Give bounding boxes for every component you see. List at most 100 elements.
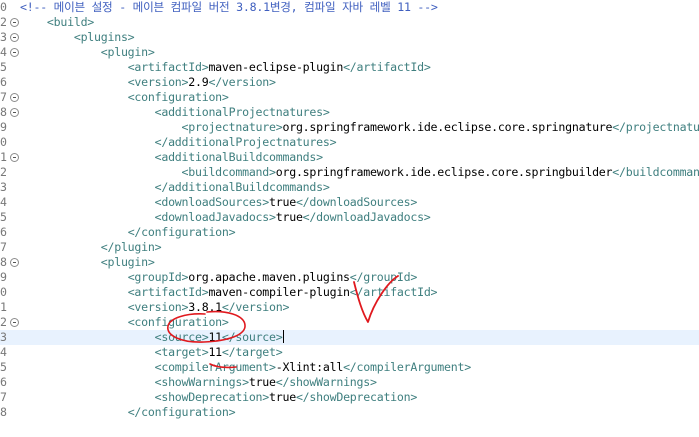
xml-tag: <showDeprecation> <box>154 390 270 404</box>
line-number: 6 <box>0 375 7 389</box>
fold-collapse-icon[interactable] <box>10 318 19 327</box>
xml-value: maven-compiler-plugin <box>208 285 350 299</box>
line-number: 3 <box>0 30 7 44</box>
code-text[interactable]: <target>11</target> <box>20 345 283 360</box>
line-number: 4 <box>0 195 7 209</box>
code-line[interactable]: 0 <!-- 메이븐 설정 - 메이븐 컴파일 버전 3.8.1변경, 컴파일 자… <box>0 0 699 15</box>
code-text[interactable]: <projectnature>org.springframework.ide.e… <box>20 120 699 135</box>
code-line[interactable]: 9 <groupId>org.apache.maven.plugins</gro… <box>0 270 699 285</box>
code-line[interactable]: 0 </additionalProjectnatures> <box>0 135 699 150</box>
code-text[interactable]: <downloadJavadocs>true</downloadJavadocs… <box>20 210 431 225</box>
code-line[interactable]: 9 <projectnature>org.springframework.ide… <box>0 120 699 135</box>
xml-tag: <projectnature> <box>181 120 283 134</box>
code-line[interactable]: 2 <build> <box>0 15 699 30</box>
code-line[interactable]: 2 <configuration> <box>0 315 699 330</box>
code-line[interactable]: 4 <plugin> <box>0 45 699 60</box>
line-number: 1 <box>0 300 7 314</box>
xml-tag: </downloadJavadocs> <box>302 210 431 224</box>
code-line[interactable]: 1 <additionalBuildcommands> <box>0 150 699 165</box>
code-text[interactable]: <source>11</source> <box>20 330 284 345</box>
code-text[interactable]: <additionalBuildcommands> <box>20 150 324 165</box>
code-line[interactable]: 8 <plugin> <box>0 255 699 270</box>
code-line[interactable]: 3 <plugins> <box>0 30 699 45</box>
code-text[interactable]: <configuration> <box>20 90 229 105</box>
xml-tag: </showWarnings> <box>275 375 377 389</box>
code-text[interactable]: <groupId>org.apache.maven.plugins</group… <box>20 270 418 285</box>
code-line[interactable]: 8 </configuration> <box>0 405 699 420</box>
xml-tag: <configuration> <box>127 90 229 104</box>
code-line[interactable]: 6 <version>2.9</version> <box>0 75 699 90</box>
code-text[interactable]: <plugin> <box>20 45 155 60</box>
code-text[interactable]: <downloadSources>true</downloadSources> <box>20 195 418 210</box>
code-line[interactable]: 4 <target>11</target> <box>0 345 699 360</box>
xml-tag: <buildcommand> <box>181 165 276 179</box>
code-line[interactable]: 3 </additionalBuildcommands> <box>0 180 699 195</box>
fold-collapse-icon[interactable] <box>10 108 19 117</box>
fold-collapse-icon[interactable] <box>10 153 19 162</box>
line-number: 6 <box>0 225 7 239</box>
xml-tag: <configuration> <box>127 315 229 329</box>
code-line[interactable]: 2 <buildcommand>org.springframework.ide.… <box>0 165 699 180</box>
xml-tag: </configuration> <box>127 225 236 239</box>
code-line[interactable]: 5 <compilerArgument>-Xlint:all</compiler… <box>0 360 699 375</box>
fold-collapse-icon[interactable] <box>10 48 19 57</box>
code-text[interactable]: </plugin> <box>20 240 162 255</box>
code-editor[interactable]: 0 <!-- 메이븐 설정 - 메이븐 컴파일 버전 3.8.1변경, 컴파일 자… <box>0 0 699 437</box>
code-text[interactable]: </additionalBuildcommands> <box>20 180 330 195</box>
code-text[interactable]: <artifactId>maven-compiler-plugin</artif… <box>20 285 438 300</box>
code-text[interactable]: <version>3.8.1</version> <box>20 300 290 315</box>
xml-tag: <plugin> <box>100 255 155 269</box>
code-text[interactable]: <additionalProjectnatures> <box>20 105 330 120</box>
code-text[interactable]: <!-- 메이븐 설정 - 메이븐 컴파일 버전 3.8.1변경, 컴파일 자바… <box>20 0 438 15</box>
code-line[interactable]: 7 <configuration> <box>0 90 699 105</box>
xml-tag: <additionalProjectnatures> <box>154 105 330 119</box>
line-number: 2 <box>0 165 7 179</box>
xml-tag: </artifactId> <box>343 60 431 74</box>
xml-value: org.springframework.ide.eclipse.core.spr… <box>282 120 613 134</box>
xml-value: true <box>269 195 296 209</box>
code-text[interactable]: </configuration> <box>20 405 236 420</box>
code-text[interactable]: <build> <box>20 15 94 30</box>
xml-value: -Xlint:all <box>275 360 344 374</box>
line-number: 5 <box>0 60 7 74</box>
code-line[interactable]: 6 <showWarnings>true</showWarnings> <box>0 375 699 390</box>
code-text[interactable]: </configuration> <box>20 225 236 240</box>
code-text[interactable]: </additionalProjectnatures> <box>20 135 337 150</box>
xml-tag: </buildcommand> <box>612 165 699 179</box>
code-line[interactable]: 7 <showDeprecation>true</showDeprecation… <box>0 390 699 405</box>
xml-tag: </downloadSources> <box>295 195 418 209</box>
code-text[interactable]: <buildcommand>org.springframework.ide.ec… <box>20 165 699 180</box>
code-text[interactable]: <artifactId>maven-eclipse-plugin</artifa… <box>20 60 431 75</box>
code-text[interactable]: <showDeprecation>true</showDeprecation> <box>20 390 418 405</box>
xml-value: 11 <box>208 345 222 359</box>
fold-collapse-icon[interactable] <box>10 33 19 42</box>
code-text[interactable]: <showWarnings>true</showWarnings> <box>20 375 377 390</box>
code-line[interactable]: 1 <version>3.8.1</version> <box>0 300 699 315</box>
code-line[interactable]: 7 </plugin> <box>0 240 699 255</box>
line-number: 5 <box>0 210 7 224</box>
code-line[interactable]: 5 <downloadJavadocs>true</downloadJavado… <box>0 210 699 225</box>
code-text[interactable]: <configuration> <box>20 315 229 330</box>
code-text[interactable]: <version>2.9</version> <box>20 75 276 90</box>
code-line[interactable]: 3 <source>11</source> <box>0 330 699 345</box>
xml-tag: </artifactId> <box>349 285 438 299</box>
xml-tag: </additionalProjectnatures> <box>154 135 337 149</box>
code-line[interactable]: 5 <artifactId>maven-eclipse-plugin</arti… <box>0 60 699 75</box>
code-line[interactable]: 0 <artifactId>maven-compiler-plugin</art… <box>0 285 699 300</box>
line-number: 9 <box>0 270 7 284</box>
code-line[interactable]: 6 </configuration> <box>0 225 699 240</box>
code-line[interactable]: 8 <additionalProjectnatures> <box>0 105 699 120</box>
line-number: 3 <box>0 180 7 194</box>
xml-tag: </showDeprecation> <box>295 390 418 404</box>
fold-collapse-icon[interactable] <box>10 258 19 267</box>
code-text[interactable]: <compilerArgument>-Xlint:all</compilerAr… <box>20 360 472 375</box>
code-text[interactable]: <plugin> <box>20 255 155 270</box>
line-number: 2 <box>0 15 7 29</box>
xml-tag: <downloadJavadocs> <box>154 210 276 224</box>
code-line[interactable]: 4 <downloadSources>true</downloadSources… <box>0 195 699 210</box>
fold-collapse-icon[interactable] <box>10 93 19 102</box>
code-text[interactable]: <plugins> <box>20 30 135 45</box>
line-number: 3 <box>0 330 7 344</box>
fold-collapse-icon[interactable] <box>10 18 19 27</box>
xml-tag: <compilerArgument> <box>154 360 276 374</box>
